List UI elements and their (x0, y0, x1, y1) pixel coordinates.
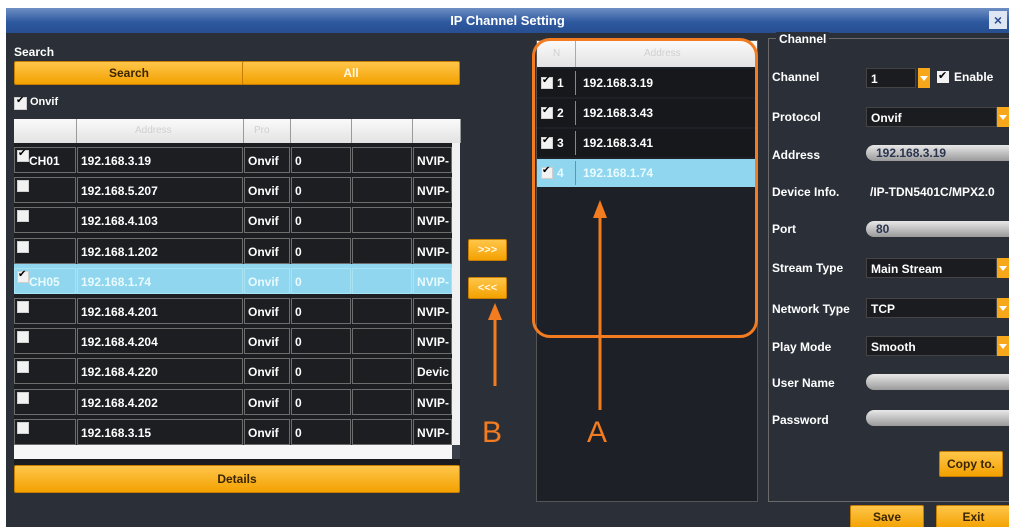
channel-select[interactable]: 1 (866, 68, 916, 88)
network-type-label: Network Type (772, 302, 850, 316)
password-label: Password (772, 413, 829, 427)
enable-label: Enable (954, 70, 994, 84)
stream-type-select[interactable]: Main Stream (866, 258, 997, 278)
exit-button[interactable]: Exit (936, 505, 1009, 527)
port-label: Port (772, 222, 796, 236)
arrow-a-head (593, 200, 607, 218)
address-label: Address (772, 148, 821, 162)
password-field[interactable] (866, 410, 1009, 426)
arrow-b-head (488, 303, 502, 320)
user-name-label: User Name (772, 376, 835, 390)
check-icon: ✔ (938, 70, 948, 82)
device-info-value: /IP-TDN5401C/MPX2.0 (870, 185, 995, 199)
user-name-field[interactable] (866, 374, 1009, 390)
chevron-down-icon[interactable] (997, 336, 1009, 356)
protocol-select[interactable]: Onvif (866, 107, 997, 127)
chevron-down-icon[interactable] (997, 258, 1009, 278)
channel-section-label: Channel (776, 32, 830, 46)
device-info-label: Device Info. (772, 185, 840, 199)
play-mode-select[interactable]: Smooth (866, 336, 997, 356)
enable-checkbox[interactable]: ✔ (937, 70, 949, 83)
chevron-down-icon[interactable] (997, 298, 1009, 318)
copy-to-button[interactable]: Copy to. (939, 451, 1003, 477)
screenshot-frame: IP Channel Setting × Search Search All ✔… (0, 0, 1009, 527)
chevron-down-icon[interactable] (997, 107, 1009, 127)
play-mode-label: Play Mode (772, 340, 832, 354)
ip-channel-setting-dialog: IP Channel Setting × Search Search All ✔… (6, 8, 1009, 527)
stream-type-label: Stream Type (772, 261, 844, 275)
chevron-down-icon[interactable] (918, 68, 930, 88)
channel-label: Channel (772, 70, 820, 84)
address-field[interactable]: 192.168.3.19 (866, 145, 1009, 161)
annotation-label-b: B (482, 416, 503, 449)
network-type-select[interactable]: TCP (866, 298, 997, 318)
protocol-label: Protocol (772, 110, 821, 124)
port-field[interactable]: 80 (866, 221, 1009, 237)
annotation-label-a: A (587, 416, 608, 449)
save-button[interactable]: Save (850, 505, 924, 527)
